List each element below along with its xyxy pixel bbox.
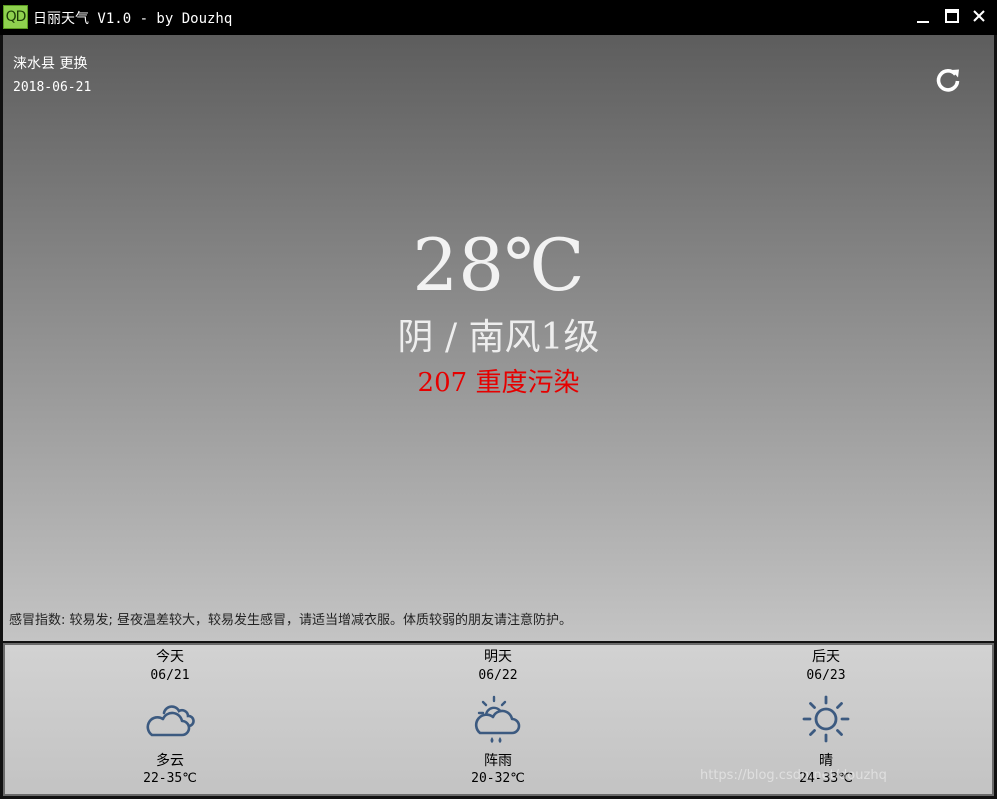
forecast-temp-range: 20-32℃ xyxy=(471,771,525,786)
change-city-link[interactable]: 更换 xyxy=(59,56,87,72)
minimize-button[interactable] xyxy=(911,6,935,28)
close-icon xyxy=(973,10,985,22)
shower-icon xyxy=(474,695,521,743)
cloudy-icon xyxy=(146,705,195,737)
forecast-date: 06/22 xyxy=(478,668,518,683)
forecast-day-today: 今天 06/21 多云 22-35℃ xyxy=(90,647,250,792)
forecast-temp-range: 22-35℃ xyxy=(143,771,197,786)
maximize-button[interactable] xyxy=(940,6,964,28)
forecast-desc: 多云 xyxy=(156,753,184,769)
cold-index-advice: 感冒指数: 较易发; 昼夜温差较大，较易发生感冒，请适当增减衣服。体质较弱的朋友… xyxy=(9,613,573,628)
forecast-day-tomorrow: 明天 06/22 阵雨 20-32℃ xyxy=(418,647,578,792)
current-condition: 阴 / 南风1级 xyxy=(397,317,600,358)
refresh-button[interactable] xyxy=(933,65,963,95)
close-button[interactable] xyxy=(967,6,991,28)
minimize-icon xyxy=(917,21,929,23)
app-logo-icon: QD xyxy=(3,5,28,29)
refresh-icon xyxy=(936,69,960,92)
title-bar[interactable]: QD 日丽天气 V1.0 - by Douzhq xyxy=(0,0,997,35)
current-weather-panel: 涞水县 更换 2018-06-21 28℃ 阴 / 南风1级 207 重度污染 … xyxy=(3,35,994,641)
forecast-date: 06/21 xyxy=(150,668,190,683)
forecast-desc: 阵雨 xyxy=(484,753,512,769)
app-window: QD 日丽天气 V1.0 - by Douzhq 涞水县 更换 2018-06-… xyxy=(0,0,997,799)
forecast-date: 06/23 xyxy=(806,668,846,683)
current-date: 2018-06-21 xyxy=(13,80,92,95)
watermark: https://blog.csdn.net/douzhq xyxy=(700,768,887,783)
air-quality-index: 207 重度污染 xyxy=(417,368,580,398)
forecast-day-label: 明天 xyxy=(484,649,512,665)
city-row: 涞水县 更换 xyxy=(13,53,87,73)
forecast-day-label: 今天 xyxy=(156,649,184,665)
forecast-day-label: 后天 xyxy=(812,649,840,665)
window-title: 日丽天气 V1.0 - by Douzhq xyxy=(33,11,233,27)
maximize-icon xyxy=(945,9,959,23)
sunny-icon xyxy=(802,695,850,743)
current-temperature: 28℃ xyxy=(412,223,585,307)
city-name: 涞水县 xyxy=(13,56,55,72)
